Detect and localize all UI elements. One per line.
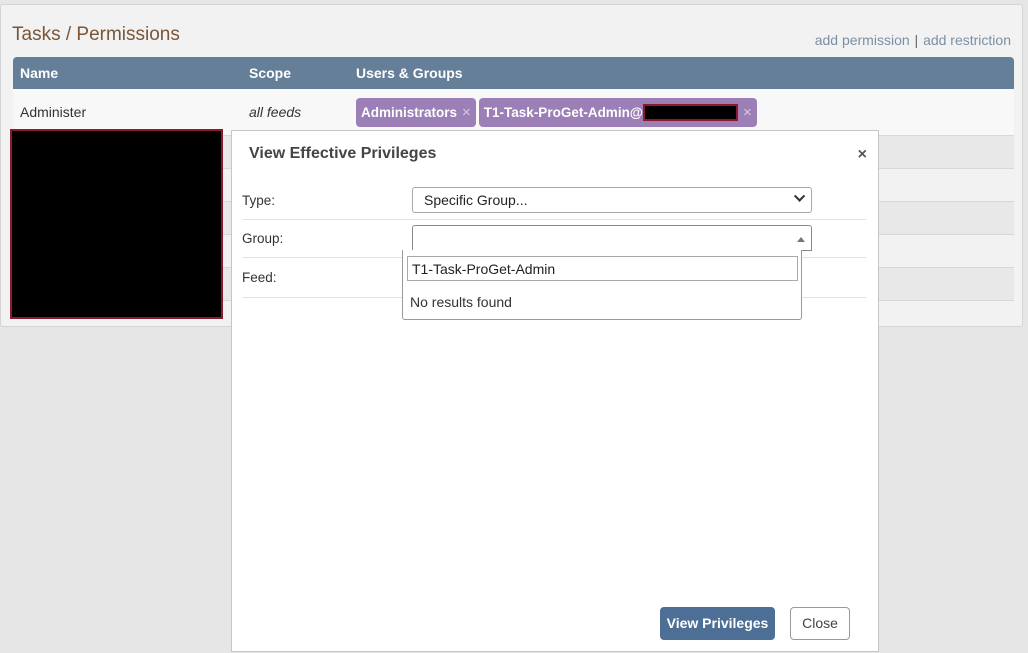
group-search-input[interactable] (407, 256, 798, 281)
dialog-title: View Effective Privileges (249, 145, 437, 162)
page-title: Tasks / Permissions (12, 24, 180, 45)
header-links: add permission | add restriction (815, 32, 1011, 48)
link-separator: | (914, 32, 919, 48)
type-row: Type: Specific Group... (242, 187, 866, 220)
close-button[interactable]: Close (790, 607, 850, 640)
tag-remove-icon[interactable]: × (743, 104, 752, 121)
tag-remove-icon[interactable]: × (462, 104, 471, 121)
redaction-box (642, 104, 738, 122)
tag-label: Administrators (361, 104, 458, 120)
group-select[interactable] (412, 225, 812, 251)
group-label: Group: (242, 231, 284, 246)
column-header-scope[interactable]: Scope (242, 57, 349, 89)
group-dropdown: No results found (402, 250, 802, 320)
add-restriction-link[interactable]: add restriction (923, 32, 1011, 48)
no-results-message: No results found (410, 294, 512, 310)
type-select[interactable]: Specific Group... (412, 187, 812, 213)
row-users-groups: Administrators × T1-Task-ProGet-Admin@ × (349, 89, 1014, 136)
redaction-box (10, 129, 223, 319)
caret-up-icon (797, 237, 805, 242)
column-header-name[interactable]: Name (13, 57, 242, 89)
tag-label: T1-Task-ProGet-Admin@ (483, 104, 643, 120)
close-icon[interactable]: × (858, 146, 867, 164)
column-header-users-groups[interactable]: Users & Groups (349, 57, 1014, 89)
feed-label: Feed: (242, 270, 277, 285)
view-privileges-button[interactable]: View Privileges (660, 607, 775, 640)
principal-tag: T1-Task-ProGet-Admin@ × (478, 97, 757, 127)
principal-tag: Administrators × (356, 97, 476, 127)
chevron-down-icon (793, 190, 806, 202)
add-permission-link[interactable]: add permission (815, 32, 910, 48)
type-label: Type: (242, 193, 276, 208)
table-header-row: Name Scope Users & Groups (13, 57, 1014, 89)
row-scope: all feeds (242, 89, 349, 136)
view-effective-privileges-dialog: View Effective Privileges × Type: Specif… (231, 130, 879, 652)
type-select-value: Specific Group... (424, 192, 528, 208)
